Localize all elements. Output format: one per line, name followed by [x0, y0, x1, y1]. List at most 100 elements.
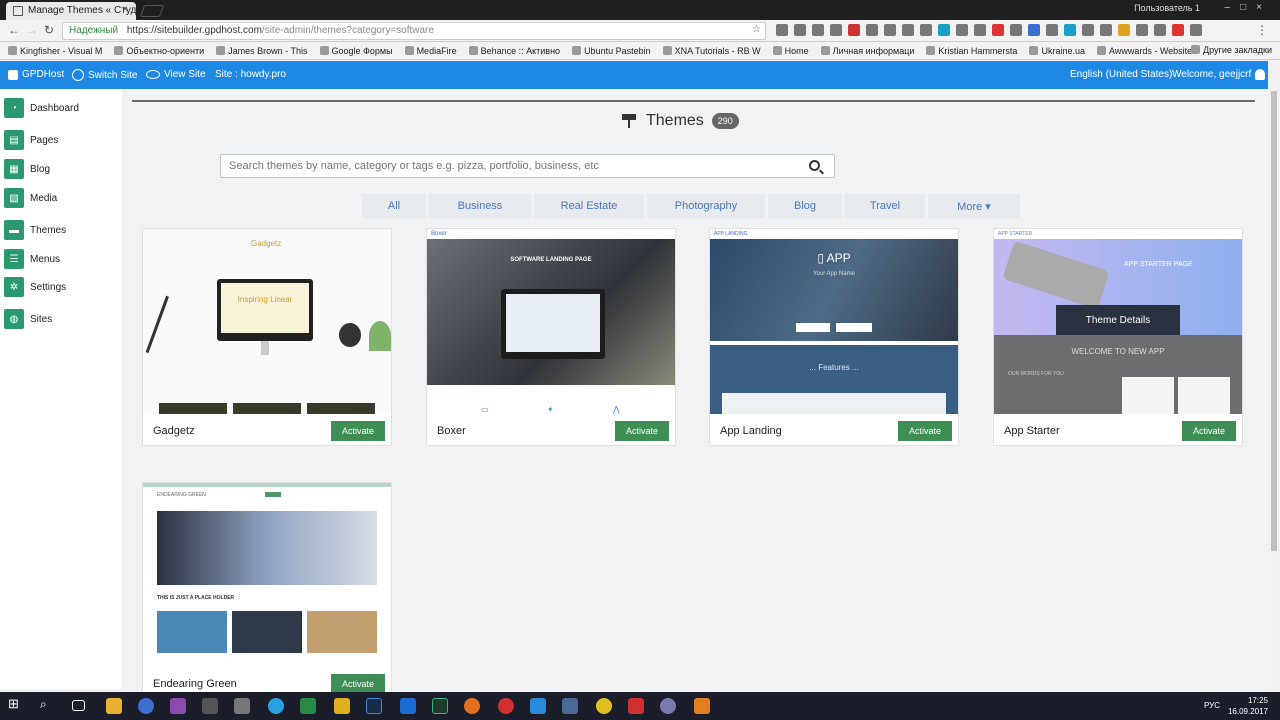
theme-card-app-starter[interactable]: APP STARTER APP STARTER PAGE WELCOME TO …: [993, 228, 1243, 446]
bookmark-item[interactable]: XNA Tutorials - RB W: [662, 45, 761, 56]
bookmark-item[interactable]: Home: [772, 45, 809, 56]
extension-icon[interactable]: [1154, 24, 1166, 36]
bookmark-item[interactable]: Личная информаци: [820, 45, 914, 56]
switch-site-link[interactable]: Switch Site: [72, 69, 137, 81]
tab-close-icon[interactable]: ×: [122, 4, 128, 15]
new-tab-button[interactable]: [139, 5, 165, 17]
app-icon[interactable]: [596, 698, 612, 714]
theme-preview[interactable]: APP STARTER APP STARTER PAGE WELCOME TO …: [994, 229, 1242, 414]
activate-button[interactable]: Activate: [898, 421, 952, 441]
bookmark-item[interactable]: MediaFire: [404, 45, 457, 56]
category-business[interactable]: Business: [429, 194, 531, 218]
window-controls[interactable]: –□×: [1225, 2, 1272, 13]
bookmark-item[interactable]: Awwwards - Website: [1096, 45, 1192, 56]
sidebar-item-pages[interactable]: ▤ Pages: [4, 130, 58, 150]
theme-preview[interactable]: Boxer SOFTWARE LANDING PAGE ▭ ✦ ⋀: [427, 229, 675, 414]
theme-details-tooltip[interactable]: Theme Details: [1056, 305, 1180, 335]
app-icon[interactable]: [498, 698, 514, 714]
extension-icon[interactable]: [794, 24, 806, 36]
extension-icon[interactable]: [902, 24, 914, 36]
bookmark-item[interactable]: Behance :: Активно: [468, 45, 560, 56]
address-bar[interactable]: Надежный https://sitebuilder.gpdhost.com…: [62, 22, 766, 40]
extension-icon[interactable]: [830, 24, 842, 36]
sidebar-item-themes[interactable]: ▬ Themes: [4, 220, 66, 240]
sidebar-item-settings[interactable]: ✲ Settings: [4, 277, 66, 297]
app-icon[interactable]: [694, 698, 710, 714]
forward-icon[interactable]: →: [26, 23, 38, 37]
activate-button[interactable]: Activate: [331, 421, 385, 441]
bookmark-item[interactable]: Ukraine.ua: [1029, 45, 1085, 56]
extension-icon[interactable]: [1064, 24, 1076, 36]
sidebar-item-media[interactable]: ▧ Media: [4, 188, 57, 208]
task-view-icon[interactable]: [72, 700, 85, 711]
search-icon[interactable]: [809, 160, 820, 171]
telegram-icon[interactable]: [268, 698, 284, 714]
page-scrollbar[interactable]: [1268, 61, 1280, 692]
reload-icon[interactable]: ↻: [44, 23, 54, 37]
keyboard-language[interactable]: РУС: [1204, 701, 1220, 710]
app-icon[interactable]: [300, 698, 316, 714]
activate-button[interactable]: Activate: [615, 421, 669, 441]
sidebar-item-blog[interactable]: ▦ Blog: [4, 159, 50, 179]
extension-icon[interactable]: [1046, 24, 1058, 36]
extension-icon[interactable]: [1118, 24, 1130, 36]
category-all[interactable]: All: [362, 194, 426, 218]
category-real-estate[interactable]: Real Estate: [534, 194, 644, 218]
extension-icon[interactable]: [1136, 24, 1148, 36]
browser-tab[interactable]: Manage Themes « Студи: [6, 2, 136, 20]
sidebar-item-menus[interactable]: ☰ Menus: [4, 249, 60, 269]
app-icon[interactable]: [170, 698, 186, 714]
extension-icon[interactable]: [884, 24, 896, 36]
activate-button[interactable]: Activate: [331, 674, 385, 694]
theme-preview[interactable]: APP LANDING ▯ APP Your App Name ... Feat…: [710, 229, 958, 414]
sidebar-item-sites[interactable]: ◍ Sites: [4, 309, 52, 329]
extension-icon[interactable]: [974, 24, 986, 36]
search-icon[interactable]: ⌕: [40, 697, 56, 713]
extension-icon[interactable]: [938, 24, 950, 36]
app-icon[interactable]: [202, 698, 218, 714]
language-selector[interactable]: English (United States): [1070, 69, 1172, 80]
theme-card-app-landing[interactable]: APP LANDING ▯ APP Your App Name ... Feat…: [709, 228, 959, 446]
extension-icon[interactable]: [812, 24, 824, 36]
app-icon[interactable]: [334, 698, 350, 714]
extension-icon[interactable]: [992, 24, 1004, 36]
theme-card-gadgetz[interactable]: Gadgetz Inspiring Linear Gadgetz Activat…: [142, 228, 392, 446]
extension-icon[interactable]: [1028, 24, 1040, 36]
app-icon[interactable]: [234, 698, 250, 714]
bookmark-item[interactable]: Ubuntu Pastebin: [572, 45, 651, 56]
bookmark-item[interactable]: Google Формы: [319, 45, 393, 56]
search-input[interactable]: [221, 155, 791, 177]
category-photography[interactable]: Photography: [647, 194, 765, 218]
bookmark-star-icon[interactable]: ☆: [752, 24, 761, 35]
extension-icon[interactable]: [1100, 24, 1112, 36]
back-icon[interactable]: ←: [8, 23, 20, 37]
file-explorer-icon[interactable]: [106, 698, 122, 714]
category-more[interactable]: More ▾: [928, 194, 1020, 218]
browser-profile[interactable]: Пользователь 1: [1134, 3, 1200, 13]
extension-icon[interactable]: [1172, 24, 1184, 36]
adblock-icon[interactable]: [848, 24, 860, 36]
theme-card-endearing-green[interactable]: ENDEARING GREEN THIS IS JUST A PLACE HOL…: [142, 482, 392, 694]
extension-icon[interactable]: [956, 24, 968, 36]
view-site-link[interactable]: View Site: [146, 69, 206, 80]
browser-menu-icon[interactable]: ⋮: [1256, 23, 1268, 37]
category-travel[interactable]: Travel: [845, 194, 925, 218]
system-clock[interactable]: 17:25 16.09.2017: [1228, 695, 1268, 717]
extension-icon[interactable]: [1010, 24, 1022, 36]
extension-icon[interactable]: [1082, 24, 1094, 36]
user-menu[interactable]: Welcome, geejjcrf: [1172, 69, 1266, 80]
extension-icon[interactable]: [920, 24, 932, 36]
theme-card-boxer[interactable]: Boxer SOFTWARE LANDING PAGE ▭ ✦ ⋀ Boxer …: [426, 228, 676, 446]
other-bookmarks[interactable]: Другие закладки: [1191, 45, 1272, 55]
bookmark-item[interactable]: Kristian Hammersta: [926, 45, 1017, 56]
brand-link[interactable]: GPDHost: [8, 69, 64, 80]
vivaldi-icon[interactable]: [628, 698, 644, 714]
firefox-icon[interactable]: [464, 698, 480, 714]
bookmark-item[interactable]: Kingfisher - Visual M: [8, 45, 102, 56]
theme-preview[interactable]: ENDEARING GREEN THIS IS JUST A PLACE HOL…: [143, 483, 391, 668]
category-blog[interactable]: Blog: [768, 194, 842, 218]
windows-start-icon[interactable]: ⊞: [8, 696, 24, 712]
app-icon[interactable]: [562, 698, 578, 714]
edge-icon[interactable]: [400, 698, 416, 714]
bookmark-item[interactable]: James Brown - This: [216, 45, 308, 56]
